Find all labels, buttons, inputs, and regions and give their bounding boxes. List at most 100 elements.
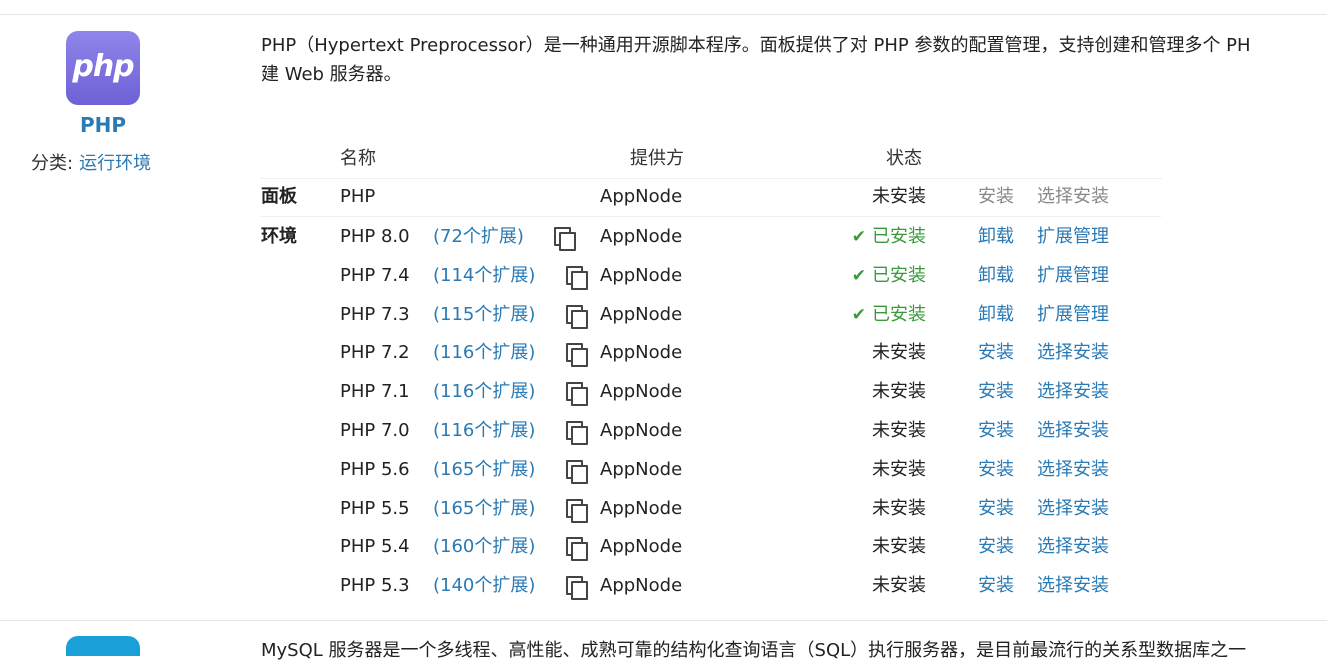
select-install-button[interactable]: 选择安装 [1037,373,1109,411]
install-button[interactable]: 安装 [978,178,1014,216]
package-name: PHP 5.6 [340,458,410,480]
status-text: 未安装 [872,536,926,558]
extension-manage-button[interactable]: 扩展管理 [1037,296,1109,334]
select-install-button[interactable]: 选择安装 [1037,567,1109,605]
status-text: 已安装 [872,303,926,325]
table-row: PHP 5.3 (140个扩展) AppNode 未安装 安装 选择安装 [261,567,1161,605]
extension-count-link[interactable]: (72个扩展) [433,218,524,256]
package-status: 未安装 [872,528,926,566]
package-provider: AppNode [600,381,683,403]
uninstall-button[interactable]: 卸载 [978,296,1014,334]
group-label-panel: 面板 [261,186,297,207]
select-install-button[interactable]: 选择安装 [1037,412,1109,450]
package-status: 未安装 [872,334,926,372]
status-text: 未安装 [872,381,926,403]
copy-icon[interactable] [566,498,588,523]
app-description: PHP（Hypertext Preprocessor）是一种通用开源脚本程序。面… [261,31,1327,89]
copy-icon[interactable] [554,227,576,251]
package-provider: AppNode [600,497,683,519]
mysql-logo-icon [66,636,140,656]
extension-count-link[interactable]: (116个扩展) [433,373,535,411]
app-name[interactable]: PHP [0,113,206,137]
next-app-description: MySQL 服务器是一个多线程、高性能、成熟可靠的结构化查询语言（SQL）执行服… [261,640,1247,661]
table-row: PHP 7.2 (116个扩展) AppNode 未安装 安装 选择安装 [261,334,1161,372]
package-provider: AppNode [600,420,683,441]
copy-icon[interactable] [566,304,588,329]
table-row: PHP 5.5 (165个扩展) AppNode 未安装 安装 选择安装 [261,490,1161,528]
copy-icon[interactable] [566,576,588,601]
check-icon: ✔ [851,304,866,325]
package-status: ✔ 已安装 [852,257,926,295]
extension-manage-button[interactable]: 扩展管理 [1037,257,1109,295]
header-status: 状态 [886,148,922,169]
status-text: 未安装 [872,575,926,597]
install-button[interactable]: 安装 [978,567,1014,605]
category-label: 分类: [31,153,74,174]
status-text: 已安装 [872,226,926,247]
package-name: PHP 8.0 [340,226,410,247]
extension-manage-button[interactable]: 扩展管理 [1037,218,1109,256]
copy-icon[interactable] [566,343,588,368]
package-name: PHP 5.4 [340,536,410,558]
table-row: PHP 7.0 (116个扩展) AppNode 未安装 安装 选择安装 [261,412,1161,450]
package-name: PHP 7.0 [340,420,410,441]
extension-count-link[interactable]: (114个扩展) [433,257,535,295]
status-text: 已安装 [872,264,926,286]
table-header: 名称 提供方 状态 [261,140,1161,179]
extension-count-link[interactable]: (165个扩展) [433,451,535,489]
copy-icon[interactable] [566,537,588,562]
copy-icon[interactable] [566,459,588,484]
install-button[interactable]: 安装 [978,334,1014,372]
status-text: 未安装 [872,420,926,441]
section-bottom-divider [0,620,1327,621]
table-row: PHP 5.6 (165个扩展) AppNode 未安装 安装 选择安装 [261,451,1161,489]
status-text: 未安装 [872,497,926,519]
php-logo-icon: php [66,31,140,105]
table-row: PHP 7.4 (114个扩展) AppNode ✔ 已安装 卸载 扩展管理 [261,257,1161,295]
install-button[interactable]: 安装 [978,412,1014,450]
extension-count-link[interactable]: (140个扩展) [433,567,535,605]
app-category: 分类: 运行环境 [31,149,151,175]
package-provider: AppNode [600,303,683,325]
description-line-2: 建 Web 服务器。 [261,64,402,85]
header-name: 名称 [340,148,376,169]
package-status: 未安装 [872,451,926,489]
package-status: ✔ 已安装 [852,218,926,256]
uninstall-button[interactable]: 卸载 [978,257,1014,295]
install-button[interactable]: 安装 [978,373,1014,411]
extension-count-link[interactable]: (115个扩展) [433,296,535,334]
select-install-button[interactable]: 选择安装 [1037,178,1109,216]
package-name: PHP 7.1 [340,381,410,403]
extension-count-link[interactable]: (160个扩展) [433,528,535,566]
install-button[interactable]: 安装 [978,528,1014,566]
header-provider: 提供方 [630,148,684,169]
table-row: PHP 7.3 (115个扩展) AppNode ✔ 已安装 卸载 扩展管理 [261,296,1161,334]
category-link[interactable]: 运行环境 [79,153,151,174]
select-install-button[interactable]: 选择安装 [1037,528,1109,566]
package-provider: AppNode [600,226,683,247]
uninstall-button[interactable]: 卸载 [978,218,1014,256]
copy-icon[interactable] [566,265,588,290]
copy-icon[interactable] [566,382,588,407]
select-install-button[interactable]: 选择安装 [1037,451,1109,489]
package-status: 未安装 [872,186,926,207]
select-install-button[interactable]: 选择安装 [1037,334,1109,372]
group-label-env: 环境 [261,226,297,247]
extension-count-link[interactable]: (116个扩展) [433,334,535,372]
package-provider: AppNode [600,575,683,597]
table-row: 环境 PHP 8.0 (72个扩展) AppNode ✔ 已安装 卸载 扩展管理 [261,218,1161,256]
package-name: PHP 5.5 [340,497,410,519]
extension-count-link[interactable]: (165个扩展) [433,490,535,528]
install-button[interactable]: 安装 [978,490,1014,528]
table-row: PHP 7.1 (116个扩展) AppNode 未安装 安装 选择安装 [261,373,1161,411]
install-button[interactable]: 安装 [978,451,1014,489]
extension-count-link[interactable]: (116个扩展) [433,412,535,450]
copy-icon[interactable] [566,421,588,445]
package-status: 未安装 [872,373,926,411]
package-provider: AppNode [600,342,683,364]
package-provider: AppNode [600,264,683,286]
description-line-1: PHP（Hypertext Preprocessor）是一种通用开源脚本程序。面… [261,35,1251,56]
status-text: 未安装 [872,458,926,480]
select-install-button[interactable]: 选择安装 [1037,490,1109,528]
package-name: PHP [340,186,376,207]
